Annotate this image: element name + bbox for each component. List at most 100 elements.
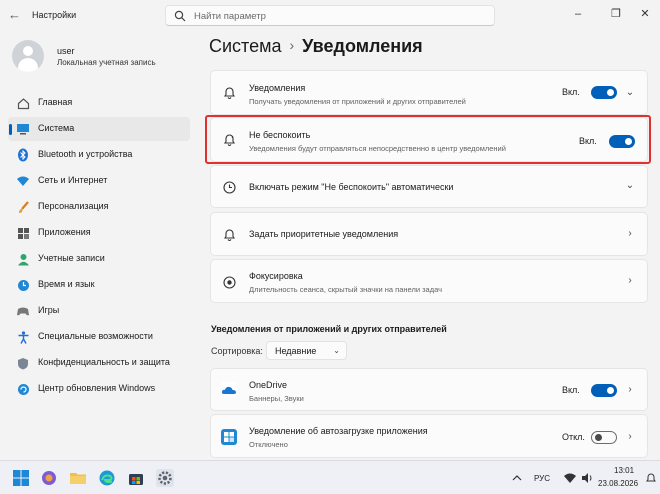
store-icon[interactable]	[127, 469, 145, 487]
search-icon	[174, 10, 186, 22]
clock-icon	[221, 179, 237, 195]
sidebar-item-time-language[interactable]: Время и язык	[8, 273, 190, 297]
shield-icon	[16, 356, 30, 370]
dnd-automatic-title: Включать режим "Не беспокоить" автоматич…	[249, 182, 454, 192]
notifications-subtitle: Получать уведомления от приложений и дру…	[249, 97, 466, 106]
sort-label: Сортировка:	[211, 346, 263, 356]
sidebar-item-label: Специальные возможности	[38, 331, 153, 341]
sidebar-item-bluetooth[interactable]: Bluetooth и устройства	[8, 143, 190, 167]
chevron-right-icon[interactable]: ›	[625, 432, 635, 442]
notification-bell-icon[interactable]	[646, 472, 656, 484]
sidebar-item-gaming[interactable]: Игры	[8, 299, 190, 323]
close-icon[interactable]: ✕	[637, 6, 653, 22]
bluetooth-icon	[16, 148, 30, 162]
dnd-automatic-card[interactable]: Включать режим "Не беспокоить" автоматич…	[210, 165, 648, 208]
network-icon	[16, 174, 30, 188]
wifi-icon[interactable]	[563, 471, 577, 485]
chevron-right-icon[interactable]: ›	[625, 385, 635, 395]
app-subtitle: Отключено	[249, 440, 288, 449]
avatar	[12, 40, 44, 72]
focus-title: Фокусировка	[249, 271, 303, 281]
home-icon	[16, 96, 30, 110]
sidebar-item-label: Главная	[38, 97, 73, 107]
chevron-down-icon: ⌄	[333, 346, 340, 355]
sidebar-item-network[interactable]: Сеть и Интернет	[8, 169, 190, 193]
tray-chevron-up-icon[interactable]	[510, 471, 524, 485]
accessibility-icon	[16, 330, 30, 344]
sidebar-item-label: Учетные записи	[38, 253, 105, 263]
app-name: OneDrive	[249, 380, 288, 390]
breadcrumb-parent[interactable]: Система	[209, 36, 282, 56]
clock-time[interactable]: 13:01	[614, 466, 634, 475]
priority-bell-icon	[221, 227, 237, 243]
system-icon	[16, 122, 30, 136]
apps-icon	[16, 226, 30, 240]
sidebar-item-personalization[interactable]: Персонализация	[8, 195, 190, 219]
page-title: Уведомления	[302, 36, 423, 56]
sidebar-item-system[interactable]: Система	[8, 117, 190, 141]
user-name: user	[57, 46, 75, 56]
back-arrow-icon[interactable]: ←	[8, 8, 22, 22]
sidebar-item-label: Bluetooth и устройства	[38, 149, 133, 159]
app-name: Уведомление об автозагрузке приложения	[249, 426, 428, 436]
volume-icon[interactable]	[580, 471, 594, 485]
sidebar-item-accessibility[interactable]: Специальные возможности	[8, 325, 190, 349]
copilot-icon[interactable]	[40, 469, 58, 487]
update-icon	[16, 382, 30, 396]
notifications-state: Вкл.	[562, 87, 580, 97]
accounts-icon	[16, 252, 30, 266]
sidebar-item-label: Игры	[38, 305, 60, 315]
sort-value: Недавние	[275, 346, 317, 356]
notifications-title: Уведомления	[249, 83, 306, 93]
focus-card[interactable]: Фокусировка Длительность сеанса, скрытый…	[210, 259, 648, 303]
settings-gear-icon[interactable]	[156, 469, 174, 487]
onedrive-icon	[221, 382, 237, 398]
app-title: Настройки	[32, 10, 77, 20]
breadcrumb: Система › Уведомления	[209, 36, 423, 57]
focus-subtitle: Длительность сеанса, скрытый значки на п…	[249, 285, 442, 294]
priority-notifications-title: Задать приоритетные уведомления	[249, 229, 399, 239]
edge-icon[interactable]	[98, 469, 116, 487]
senders-section-title: Уведомления от приложений и других отпра…	[211, 324, 447, 334]
taskbar: РУС 13:01 23.08.2026	[0, 460, 660, 494]
chevron-down-icon[interactable]: ⌄	[625, 88, 635, 98]
app-state: Откл.	[562, 432, 585, 442]
startup-apps-icon	[221, 429, 237, 445]
file-explorer-icon[interactable]	[69, 469, 87, 487]
time-language-icon	[16, 278, 30, 292]
sidebar-item-accounts[interactable]: Учетные записи	[8, 247, 190, 271]
app-subtitle: Баннеры, Звуки	[249, 394, 304, 403]
app-row-startup-notification[interactable]: Уведомление об автозагрузке приложения О…	[210, 414, 648, 458]
sidebar-item-label: Сеть и Интернет	[38, 175, 108, 185]
notifications-card[interactable]: Уведомления Получать уведомления от прил…	[210, 70, 648, 115]
sidebar-item-home[interactable]: Главная	[8, 91, 190, 115]
startup-notification-toggle[interactable]	[591, 431, 617, 444]
chevron-right-icon[interactable]: ›	[625, 276, 635, 286]
sort-dropdown[interactable]: Недавние ⌄	[266, 341, 347, 360]
chevron-down-icon[interactable]: ⌄	[625, 181, 635, 191]
chevron-right-icon[interactable]: ›	[625, 229, 635, 239]
priority-notifications-card[interactable]: Задать приоритетные уведомления ›	[210, 212, 648, 256]
focus-icon	[221, 274, 237, 290]
restore-icon[interactable]: ❐	[608, 6, 624, 22]
search-input[interactable]: Найти параметр	[165, 5, 495, 26]
title-bar: ← Настройки Найти параметр – ❐ ✕	[0, 0, 660, 30]
app-row-onedrive[interactable]: OneDrive Баннеры, Звуки Вкл. ›	[210, 368, 648, 411]
do-not-disturb-highlight	[205, 115, 651, 164]
sidebar-item-privacy[interactable]: Конфиденциальность и защита	[8, 351, 190, 375]
minimize-icon[interactable]: –	[570, 6, 586, 22]
sidebar-item-apps[interactable]: Приложения	[8, 221, 190, 245]
start-icon[interactable]	[12, 469, 30, 487]
clock-date[interactable]: 23.08.2026	[598, 479, 638, 488]
sidebar-item-windows-update[interactable]: Центр обновления Windows	[8, 377, 190, 401]
sidebar-item-label: Система	[38, 123, 75, 133]
bell-icon	[221, 85, 237, 101]
app-state: Вкл.	[562, 385, 580, 395]
account-type: Локальная учетная запись	[57, 58, 156, 67]
sidebar-item-label: Приложения	[38, 227, 91, 237]
brush-icon	[16, 200, 30, 214]
language-indicator[interactable]: РУС	[534, 474, 550, 483]
sidebar-item-label: Время и язык	[38, 279, 95, 289]
onedrive-toggle[interactable]	[591, 384, 617, 397]
notifications-toggle[interactable]	[591, 86, 617, 99]
